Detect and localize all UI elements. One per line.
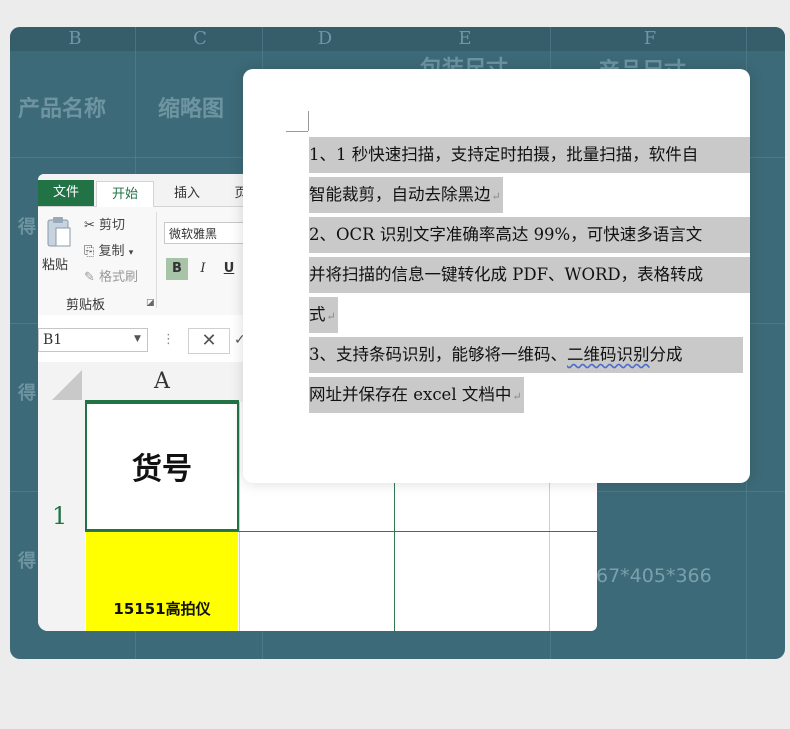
dialog-launcher-icon[interactable]: ◪ bbox=[146, 298, 155, 308]
selected-text: 网址并保存在 excel 文档中↵ bbox=[309, 377, 524, 413]
selected-text: 式↵ bbox=[309, 297, 338, 333]
name-box[interactable]: B1 bbox=[38, 328, 148, 352]
selected-text: 1、1 秒快速扫描，支持定时拍摄，批量扫描，软件自 bbox=[309, 137, 750, 173]
bg-row-label: 得 bbox=[18, 383, 36, 404]
select-all-corner[interactable] bbox=[52, 370, 82, 400]
copy-icon: ⎘ bbox=[84, 244, 95, 259]
formula-bar-divider: ⋮ bbox=[162, 332, 175, 347]
brush-icon: ✎ bbox=[84, 270, 95, 285]
paragraph-mark-icon: ↵ bbox=[491, 190, 501, 203]
doc-line[interactable]: 2、OCR 识别文字准确率高达 99%，可快速多语言文 bbox=[309, 217, 750, 257]
format-painter-button[interactable]: ✎ 格式刷 bbox=[84, 266, 138, 285]
doc-line[interactable]: 智能裁剪，自动去除黑边↵ bbox=[309, 177, 750, 217]
cut-button[interactable]: ✂ 剪切 bbox=[84, 214, 125, 233]
bg-header-product-name: 产品名称 bbox=[18, 97, 107, 122]
doc-line[interactable]: 1、1 秒快速扫描，支持定时拍摄，批量扫描，软件自 bbox=[309, 137, 750, 177]
bg-col-b: B bbox=[68, 28, 82, 49]
cell-text: 15151高拍仪 bbox=[113, 600, 211, 618]
selected-text: 智能裁剪，自动去除黑边↵ bbox=[309, 177, 503, 213]
bg-col-c: C bbox=[193, 28, 207, 49]
chevron-down-icon: ▾ bbox=[128, 248, 134, 258]
margin-corner-mark bbox=[308, 111, 309, 131]
doc-line[interactable]: 3、支持条码识别，能够将一维码、二维码识别分成 bbox=[309, 337, 750, 377]
selected-text: 并将扫描的信息一键转化成 PDF、WORD，表格转成 bbox=[309, 257, 750, 293]
tab-insert[interactable]: 插入 bbox=[162, 181, 212, 206]
bg-size-value: 67*405*366 bbox=[596, 565, 712, 587]
doc-line[interactable]: 并将扫描的信息一键转化成 PDF、WORD，表格转成 bbox=[309, 257, 750, 297]
underline-button[interactable]: U bbox=[218, 258, 240, 280]
chevron-down-icon[interactable]: ▼ bbox=[134, 334, 141, 344]
cell-text: 货号 bbox=[132, 452, 192, 487]
cell-a1[interactable]: 货号 bbox=[85, 402, 239, 531]
doc-line[interactable]: 式↵ bbox=[309, 297, 750, 337]
column-header-a[interactable]: A bbox=[85, 362, 239, 402]
cancel-entry-icon[interactable]: ✕ bbox=[188, 328, 230, 354]
paragraph-mark-icon: ↵ bbox=[326, 310, 336, 323]
tab-home[interactable]: 开始 bbox=[96, 181, 154, 207]
italic-button[interactable]: I bbox=[192, 258, 214, 280]
bold-button[interactable]: B bbox=[166, 258, 188, 280]
bg-header-thumbnail: 缩略图 bbox=[158, 97, 225, 122]
tab-file[interactable]: 文件 bbox=[38, 180, 94, 206]
clipboard-group-label: 剪贴板 bbox=[66, 298, 106, 313]
copy-button[interactable]: ⎘ 复制 ▾ bbox=[84, 240, 133, 259]
row-number: 1 bbox=[52, 502, 68, 530]
bg-col-f: F bbox=[643, 28, 657, 49]
scissors-icon: ✂ bbox=[84, 218, 95, 233]
bg-col-d: D bbox=[317, 28, 333, 49]
bg-row-label: 得 bbox=[18, 217, 36, 238]
selected-text: 2、OCR 识别文字准确率高达 99%，可快速多语言文 bbox=[309, 217, 750, 253]
spellcheck-underlined-text: 二维码识别 bbox=[567, 345, 650, 364]
bg-col-e: E bbox=[458, 28, 472, 49]
word-document-window: 1、1 秒快速扫描，支持定时拍摄，批量扫描，软件自 智能裁剪，自动去除黑边↵ 2… bbox=[243, 69, 750, 483]
row-header-2[interactable] bbox=[38, 532, 85, 631]
margin-corner-mark bbox=[286, 131, 308, 132]
row-header-1[interactable]: 1 bbox=[38, 402, 85, 533]
paragraph-mark-icon: ↵ bbox=[512, 390, 522, 403]
doc-line[interactable]: 网址并保存在 excel 文档中↵ bbox=[309, 377, 750, 417]
cell-a2[interactable]: 15151高拍仪 bbox=[86, 532, 238, 631]
paste-button[interactable]: 粘贴 bbox=[42, 254, 68, 273]
bg-row-label: 得 bbox=[18, 551, 36, 572]
paste-icon[interactable] bbox=[46, 216, 72, 250]
selected-text: 3、支持条码识别，能够将一维码、二维码识别分成 bbox=[309, 337, 743, 373]
